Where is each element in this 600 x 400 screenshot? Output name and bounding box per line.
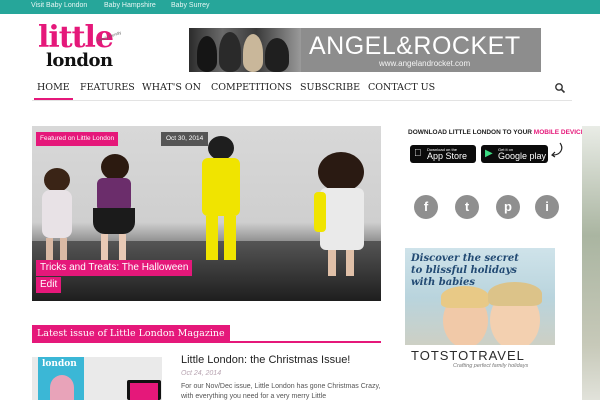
cover-child — [50, 375, 74, 400]
hero-photo-child-3 — [192, 136, 252, 276]
ad-brand-strip: TOTSTOTRAVEL Crafting perfect family hol… — [405, 345, 555, 373]
magazine-cover: london — [38, 357, 84, 400]
search-icon[interactable] — [554, 82, 566, 94]
pinterest-icon[interactable]: p — [496, 195, 520, 219]
hero-photo-child-4 — [312, 152, 372, 282]
post-title[interactable]: Little London: the Christmas Issue! — [181, 354, 350, 366]
facebook-icon[interactable]: f — [414, 195, 438, 219]
ad-brand: TOTSTOTRAVEL — [411, 348, 525, 363]
app-store-button[interactable]:  Download on the App Store — [410, 145, 476, 163]
download-heading: Download Little London to your Mobile De… — [408, 129, 585, 136]
google-play-button[interactable]: ▶ Get it on Google play — [481, 145, 548, 163]
instagram-icon[interactable]: i — [535, 195, 559, 219]
post-thumbnail[interactable]: london — [32, 357, 162, 400]
header-banner-ad[interactable]: ANGEL&ROCKET www.angelandrocket.com — [189, 28, 541, 72]
nav-item-competitions[interactable]: COMPETITIONS — [211, 82, 292, 93]
post-excerpt: For our Nov/Dec issue, Little London has… — [181, 383, 381, 400]
topbar-link-baby-hampshire[interactable]: Baby Hampshire — [104, 2, 156, 9]
ad-tagline: Crafting perfect family holidays — [453, 363, 529, 369]
tablet-graphic — [127, 380, 161, 400]
sidebar-ad[interactable]: Discover the secret to blissful holidays… — [405, 248, 555, 373]
nav-item-home[interactable]: HOME — [34, 82, 73, 100]
featured-title[interactable]: Tricks and Treats: The Halloween — [36, 260, 193, 276]
nav-item-features[interactable]: FEATURES — [80, 82, 135, 93]
top-utility-bar: Visit Baby London Baby Hampshire Baby Su… — [0, 0, 600, 14]
play-icon: ▶ — [485, 148, 493, 159]
curved-arrow-icon — [551, 142, 563, 158]
logo-word-london: london — [46, 50, 113, 71]
topbar-link-baby-surrey[interactable]: Baby Surrey — [171, 2, 210, 9]
magazine-cover-logo: london — [42, 359, 77, 369]
section-heading-label: Latest issue of Little London Magazine — [32, 325, 230, 341]
nav-item-whats-on[interactable]: WHAT'S ON — [142, 82, 201, 93]
app-store-big: App Store — [427, 151, 468, 161]
featured-date: Oct 30, 2014 — [161, 132, 209, 146]
nav-item-subscribe[interactable]: SUBSCRIBE — [300, 82, 360, 93]
main-nav: HOME FEATURES WHAT'S ON COMPETITIONS SUB… — [32, 78, 572, 100]
page-background-edge — [582, 126, 600, 400]
post-date: Oct 24, 2014 — [181, 370, 222, 377]
site-logo[interactable]: little london Family friendly — [38, 20, 128, 74]
nav-item-contact-us[interactable]: CONTACT US — [368, 82, 435, 93]
banner-brand: ANGEL&ROCKET — [309, 32, 521, 60]
twitter-icon[interactable]: t — [455, 195, 479, 219]
download-highlight: Mobile Device — [533, 129, 586, 136]
google-play-big: Google play — [498, 151, 547, 161]
banner-url: www.angelandrocket.com — [379, 59, 471, 68]
nav-divider — [32, 100, 572, 101]
featured-post-slider[interactable]: Featured on Little London Oct 30, 2014 T… — [32, 126, 381, 301]
section-heading: Latest issue of Little London Magazine — [32, 325, 381, 343]
download-prefix: Download Little London to your — [408, 129, 532, 136]
banner-photo — [189, 28, 301, 72]
topbar-link-baby-london[interactable]: Visit Baby London — [31, 2, 87, 9]
featured-badge[interactable]: Featured on Little London — [36, 132, 119, 146]
featured-edit-link[interactable]: Edit — [36, 277, 62, 293]
apple-icon:  — [414, 148, 422, 159]
